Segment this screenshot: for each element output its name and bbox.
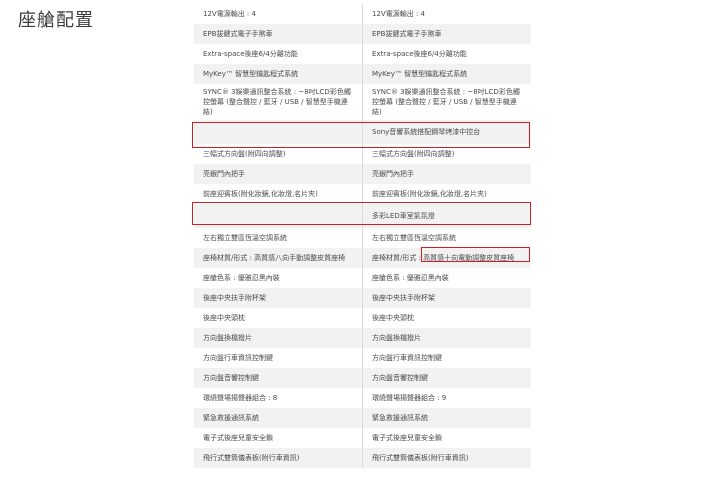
spec-cell-trim-b: Sony音響系統搭配鋼琴烤漆中控台	[372, 128, 481, 136]
spec-cell-trim-b: 飛行式雙筒儀表板(附行車資訊)	[372, 454, 469, 462]
spec-row: 方向盤音響控制鍵 方向盤音響控制鍵	[194, 368, 531, 388]
spec-cell-trim-a: 方向盤音響控制鍵	[194, 368, 363, 388]
spec-cell-trim-b: 方向盤換檔撥片	[372, 334, 421, 342]
spec-row: 座椅材質/形式 : 高質感八向手動調整皮質座椅 座椅材質/形式 : 高質感十向電動…	[194, 248, 531, 268]
spec-cell-trim-a: 環繞聲場揚聲器組合 : 8	[194, 388, 363, 408]
spec-cell-trim-b: 多彩LED車室氣氛燈	[372, 212, 435, 220]
spec-row: 三幅式方向盤(附四向調整) 三幅式方向盤(附四向調整)	[194, 144, 531, 164]
spec-cell-trim-a: EPB拔鍵式電子手煞車	[194, 24, 363, 44]
spec-cell-trim-a: 電子式後座兒童安全鎖	[194, 428, 363, 448]
spec-cell-trim-a: 三幅式方向盤(附四向調整)	[194, 144, 363, 164]
spec-row: 多彩LED車室氣氛燈	[194, 204, 531, 228]
spec-cell-trim-a: 前座迎賓板(附化妝鏡,化妝燈,名片夾)	[194, 184, 363, 204]
spec-cell-trim-a: 緊急救援通訊系統	[194, 408, 363, 428]
spec-cell-trim-a: 飛行式雙筒儀表板(附行車資訊)	[194, 448, 363, 468]
spec-cell-trim-b: 緊急救援通訊系統	[372, 414, 428, 422]
spec-row: 12V電源輸出 : 4 12V電源輸出 : 4	[194, 4, 531, 24]
spec-row: 左右獨立雙區恆溫空調系統 左右獨立雙區恆溫空調系統	[194, 228, 531, 248]
spec-cell-trim-a: 後座中央扶手附杯架	[194, 288, 363, 308]
spec-cell-trim-b: SYNC® 3娛樂通訊整合系統 : ~8吋LCD彩色觸控螢幕 (整合聲控 / 藍…	[372, 88, 520, 116]
spec-cell-trim-a: 座艙色系 : 優雅忍黑內裝	[194, 268, 363, 288]
spec-cell-trim-b: MyKey™ 智慧型鑰匙程式系統	[372, 70, 468, 78]
spec-cell-trim-a: 左右獨立雙區恆溫空調系統	[194, 228, 363, 248]
section-title: 座艙配置	[18, 10, 94, 31]
spec-cell-trim-b: 前座迎賓板(附化妝鏡,化妝燈,名片夾)	[372, 190, 487, 198]
spec-cell-trim-a: Extra-space後座6/4分離功能	[194, 44, 363, 64]
spec-cell-trim-b: 環繞聲場揚聲器組合 : 9	[372, 394, 447, 402]
spec-cell-trim-a	[194, 120, 363, 144]
spec-cell-trim-a: 亮銀門內把手	[194, 164, 363, 184]
spec-row: 方向盤行車資訊控制鍵 方向盤行車資訊控制鍵	[194, 348, 531, 368]
spec-row: 環繞聲場揚聲器組合 : 8 環繞聲場揚聲器組合 : 9	[194, 388, 531, 408]
spec-cell-trim-a: 座椅材質/形式 : 高質感八向手動調整皮質座椅	[194, 248, 363, 268]
spec-cell-trim-b: 左右獨立雙區恆溫空調系統	[372, 234, 456, 242]
spec-cell-trim-b: 12V電源輸出 : 4	[372, 10, 425, 18]
spec-cell-trim-b: 後座中央頭枕	[372, 314, 414, 322]
spec-row: 後座中央頭枕 後座中央頭枕	[194, 308, 531, 328]
spec-cell-trim-a	[194, 204, 363, 228]
spec-row: MyKey™ 智慧型鑰匙程式系統 MyKey™ 智慧型鑰匙程式系統	[194, 64, 531, 84]
spec-cell-trim-b: Extra-space後座6/4分離功能	[372, 50, 467, 58]
spec-row: EPB拔鍵式電子手煞車 EPB拔鍵式電子手煞車	[194, 24, 531, 44]
spec-row: Extra-space後座6/4分離功能 Extra-space後座6/4分離功能	[194, 44, 531, 64]
spec-row: SYNC® 3娛樂通訊整合系統 : ~8吋LCD彩色觸控螢幕 (整合聲控 / 藍…	[194, 84, 531, 120]
spec-row: 緊急救援通訊系統 緊急救援通訊系統	[194, 408, 531, 428]
spec-row: 座艙色系 : 優雅忍黑內裝 座艙色系 : 優雅忍黑內裝	[194, 268, 531, 288]
spec-cell-trim-b: 座艙色系 : 優雅忍黑內裝	[372, 274, 449, 282]
spec-cell-trim-b: 電子式後座兒童安全鎖	[372, 434, 442, 442]
spec-row: 方向盤換檔撥片 方向盤換檔撥片	[194, 328, 531, 348]
spec-row: Sony音響系統搭配鋼琴烤漆中控台	[194, 120, 531, 144]
spec-row: 後座中央扶手附杯架 後座中央扶手附杯架	[194, 288, 531, 308]
spec-cell-trim-b: 座椅材質/形式 : 高質感十向電動調整皮質座椅	[372, 254, 515, 262]
spec-cell-trim-a: 後座中央頭枕	[194, 308, 363, 328]
spec-row: 飛行式雙筒儀表板(附行車資訊) 飛行式雙筒儀表板(附行車資訊)	[194, 448, 531, 468]
spec-cell-trim-a: 方向盤換檔撥片	[194, 328, 363, 348]
spec-cell-trim-b: 亮銀門內把手	[372, 170, 414, 178]
spec-row: 亮銀門內把手 亮銀門內把手	[194, 164, 531, 184]
spec-cell-trim-b: 方向盤行車資訊控制鍵	[372, 354, 442, 362]
spec-cell-trim-a: 12V電源輸出 : 4	[194, 4, 363, 24]
spec-table: 12V電源輸出 : 4 12V電源輸出 : 4 EPB拔鍵式電子手煞車 EPB拔鍵式電…	[194, 4, 531, 468]
spec-cell-trim-b: EPB拔鍵式電子手煞車	[372, 30, 442, 38]
spec-cell-trim-b: 後座中央扶手附杯架	[372, 294, 435, 302]
spec-row: 前座迎賓板(附化妝鏡,化妝燈,名片夾) 前座迎賓板(附化妝鏡,化妝燈,名片夾)	[194, 184, 531, 204]
spec-cell-trim-b: 三幅式方向盤(附四向調整)	[372, 150, 455, 158]
spec-cell-trim-a: SYNC® 3娛樂通訊整合系統 : ~8吋LCD彩色觸控螢幕 (整合聲控 / 藍…	[194, 84, 363, 120]
spec-cell-trim-b: 方向盤音響控制鍵	[372, 374, 428, 382]
spec-row: 電子式後座兒童安全鎖 電子式後座兒童安全鎖	[194, 428, 531, 448]
spec-cell-trim-a: 方向盤行車資訊控制鍵	[194, 348, 363, 368]
spec-cell-trim-a: MyKey™ 智慧型鑰匙程式系統	[194, 64, 363, 84]
